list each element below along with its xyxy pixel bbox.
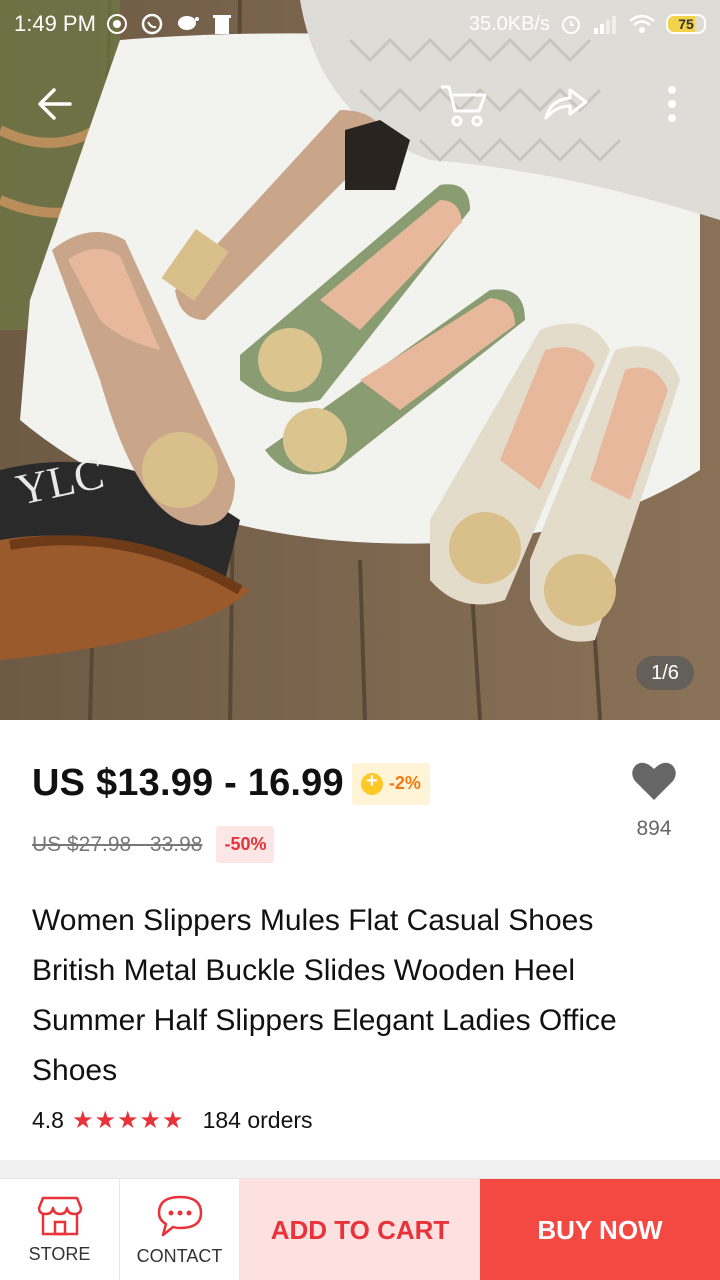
bottom-action-bar: STORE CONTACT ADD TO CART BUY NOW [0,1178,720,1280]
section-divider [0,1160,720,1178]
more-vertical-icon [668,86,676,122]
rating-value: 4.8 [32,1107,64,1133]
price-row: US $13.99 - 16.99 -2% [32,762,430,805]
arrow-left-icon [38,88,72,120]
coin-discount-badge[interactable]: -2% [351,762,430,805]
heart-icon [632,762,676,800]
rating-stars: ★★★★★ [71,1107,185,1134]
vpn-icon [106,14,127,34]
cart-button[interactable] [422,62,506,146]
chat-bubble-icon [177,16,199,30]
whatsapp-icon [141,13,163,35]
status-bar: 1:49 PM 35.0KB/s 75 [0,0,720,48]
rating-row[interactable]: 4.8 ★★★★★ 184 orders [32,1106,313,1135]
gallery-page-indicator: 1/6 [636,656,694,690]
original-price: US $27.98 - 33.98 [32,832,203,856]
store-button[interactable]: STORE [0,1179,120,1280]
store-label: STORE [28,1243,91,1264]
contact-button[interactable]: CONTACT [120,1179,240,1280]
orders-count: 184 orders [202,1107,313,1133]
discount-badge: -50% [216,826,275,863]
cart-icon [441,85,487,127]
share-icon [544,88,588,120]
status-time: 1:49 PM [14,11,96,36]
signal-icon [594,16,616,34]
network-speed: 35.0KB/s [468,12,550,35]
product-title: Women Slippers Mules Flat Casual Shoes B… [32,904,617,1087]
contact-label: CONTACT [136,1245,223,1266]
product-image-gallery[interactable]: YLC 1:49 PM 35.0KB/s 75 1/6 [0,0,720,720]
coin-icon [360,770,383,795]
share-button[interactable] [524,62,608,146]
back-button[interactable] [14,62,98,146]
wifi-icon [629,14,655,33]
alarm-icon [562,16,580,34]
coin-discount-text: -2% [388,773,421,793]
current-price: US $13.99 - 16.99 [32,762,344,804]
more-button[interactable] [630,62,714,146]
store-icon [37,1196,82,1235]
message-icon [157,1195,202,1236]
add-to-cart-button[interactable]: ADD TO CART [240,1179,480,1280]
trash-icon [212,15,231,34]
notification-icons [106,12,232,36]
buy-now-button[interactable]: BUY NOW [480,1179,720,1280]
status-right: 35.0KB/s 75 [469,13,706,36]
original-price-row: US $27.98 - 33.98 -50% [32,826,275,863]
wishlist-button[interactable]: 894 [612,760,696,841]
battery-indicator: 75 [666,14,706,34]
wishlist-count: 894 [636,817,672,840]
battery-level: 75 [678,16,694,32]
top-action-bar [0,62,720,146]
